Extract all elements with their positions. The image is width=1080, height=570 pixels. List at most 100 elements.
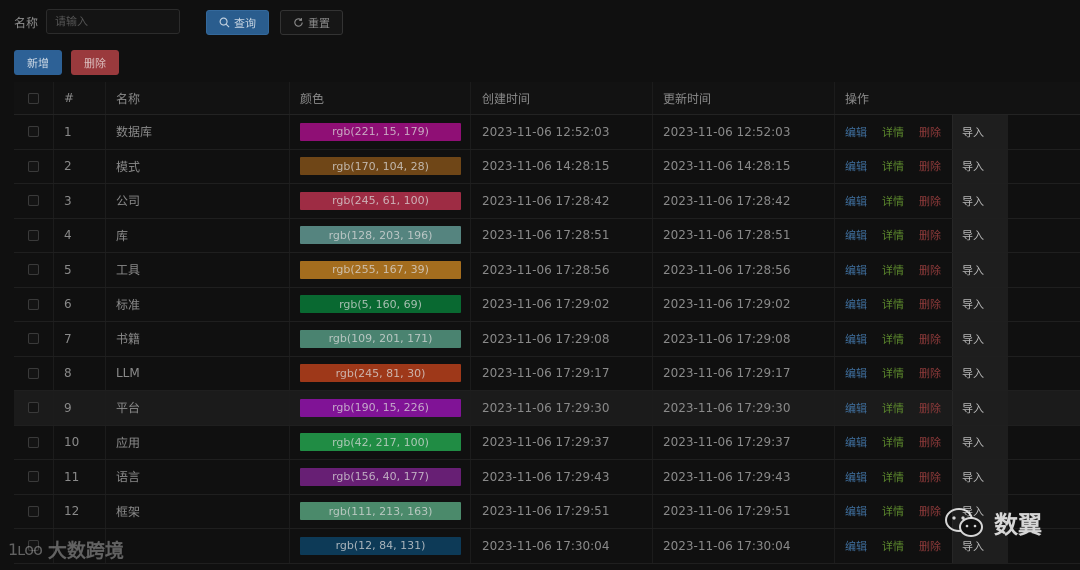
delete-link[interactable]: 删除 [919, 124, 941, 140]
import-button[interactable]: 导入 [952, 253, 1008, 287]
row-checkbox[interactable] [28, 436, 39, 448]
import-button[interactable]: 导入 [952, 322, 1008, 356]
edit-link[interactable]: 编辑 [845, 469, 867, 485]
detail-link[interactable]: 详情 [882, 296, 904, 312]
row-check-cell [14, 460, 54, 494]
edit-link[interactable]: 编辑 [845, 227, 867, 243]
delete-link[interactable]: 删除 [919, 193, 941, 209]
delete-link[interactable]: 删除 [919, 538, 941, 554]
row-created: 2023-11-06 14:28:15 [471, 149, 653, 183]
row-color-cell: rgb(12, 84, 131) [290, 529, 471, 563]
table-row: rgb(12, 84, 131) 2023-11-06 17:30:04 202… [14, 529, 1080, 564]
table-row: 12 框架 rgb(111, 213, 163) 2023-11-06 17:2… [14, 494, 1080, 529]
delete-link[interactable]: 删除 [919, 296, 941, 312]
row-checkbox[interactable] [28, 402, 39, 414]
delete-link[interactable]: 删除 [919, 158, 941, 174]
batch-delete-button[interactable]: 删除 [71, 50, 119, 75]
row-name [106, 529, 290, 563]
import-button[interactable]: 导入 [952, 115, 1008, 149]
delete-link[interactable]: 删除 [919, 262, 941, 278]
query-button[interactable]: 查询 [206, 10, 269, 35]
edit-link[interactable]: 编辑 [845, 124, 867, 140]
edit-link[interactable]: 编辑 [845, 331, 867, 347]
watermark-right: 数翼 [944, 505, 1042, 540]
edit-link[interactable]: 编辑 [845, 538, 867, 554]
row-ops: 编辑 详情 删除 导入 [835, 149, 1080, 183]
edit-link[interactable]: 编辑 [845, 503, 867, 519]
row-created: 2023-11-06 17:28:42 [471, 184, 653, 218]
watermark-right-text: 数翼 [994, 511, 1042, 539]
row-checkbox[interactable] [28, 229, 39, 241]
detail-link[interactable]: 详情 [882, 262, 904, 278]
search-name-input[interactable] [46, 9, 180, 34]
import-button[interactable]: 导入 [952, 287, 1008, 321]
header-index: # [54, 82, 106, 114]
detail-link[interactable]: 详情 [882, 400, 904, 416]
row-checkbox[interactable] [28, 195, 39, 207]
row-ops: 编辑 详情 删除 导入 [835, 356, 1080, 390]
delete-link[interactable]: 删除 [919, 365, 941, 381]
row-check-cell [14, 494, 54, 528]
row-check-cell [14, 287, 54, 321]
import-button[interactable]: 导入 [952, 425, 1008, 459]
edit-link[interactable]: 编辑 [845, 193, 867, 209]
edit-link[interactable]: 编辑 [845, 158, 867, 174]
select-all-checkbox[interactable] [28, 92, 39, 104]
wechat-icon [945, 507, 983, 537]
detail-link[interactable]: 详情 [882, 365, 904, 381]
row-checkbox[interactable] [28, 333, 39, 345]
row-checkbox[interactable] [28, 367, 39, 379]
delete-link[interactable]: 删除 [919, 331, 941, 347]
import-button[interactable]: 导入 [952, 356, 1008, 390]
detail-link[interactable]: 详情 [882, 434, 904, 450]
row-index: 10 [54, 425, 106, 459]
edit-link[interactable]: 编辑 [845, 365, 867, 381]
delete-link[interactable]: 删除 [919, 469, 941, 485]
row-name: 库 [106, 218, 290, 252]
header-check-cell [14, 82, 54, 114]
row-checkbox[interactable] [28, 264, 39, 276]
row-created: 2023-11-06 12:52:03 [471, 115, 653, 149]
add-button[interactable]: 新增 [14, 50, 62, 75]
header-color: 颜色 [290, 82, 471, 114]
import-button[interactable]: 导入 [952, 391, 1008, 425]
reset-button-label: 重置 [308, 16, 330, 30]
edit-link[interactable]: 编辑 [845, 262, 867, 278]
import-button[interactable]: 导入 [952, 184, 1008, 218]
row-created: 2023-11-06 17:29:30 [471, 391, 653, 425]
row-checkbox[interactable] [28, 160, 39, 172]
delete-link[interactable]: 删除 [919, 434, 941, 450]
row-checkbox[interactable] [28, 471, 39, 483]
detail-link[interactable]: 详情 [882, 538, 904, 554]
row-checkbox[interactable] [28, 298, 39, 310]
import-button[interactable]: 导入 [952, 460, 1008, 494]
reset-button[interactable]: 重置 [280, 10, 343, 35]
row-ops: 编辑 详情 删除 导入 [835, 460, 1080, 494]
row-updated: 2023-11-06 17:28:42 [653, 184, 835, 218]
color-swatch: rgb(109, 201, 171) [300, 329, 461, 348]
row-checkbox[interactable] [28, 505, 39, 517]
detail-link[interactable]: 详情 [882, 158, 904, 174]
detail-link[interactable]: 详情 [882, 193, 904, 209]
detail-link[interactable]: 详情 [882, 227, 904, 243]
delete-link[interactable]: 删除 [919, 227, 941, 243]
row-color-cell: rgb(245, 81, 30) [290, 356, 471, 390]
delete-link[interactable]: 删除 [919, 400, 941, 416]
detail-link[interactable]: 详情 [882, 124, 904, 140]
detail-link[interactable]: 详情 [882, 503, 904, 519]
header-updated: 更新时间 [653, 82, 835, 114]
edit-link[interactable]: 编辑 [845, 400, 867, 416]
row-created: 2023-11-06 17:29:02 [471, 287, 653, 321]
import-button[interactable]: 导入 [952, 218, 1008, 252]
import-button[interactable]: 导入 [952, 149, 1008, 183]
delete-link[interactable]: 删除 [919, 503, 941, 519]
table-row: 10 应用 rgb(42, 217, 100) 2023-11-06 17:29… [14, 425, 1080, 460]
color-swatch: rgb(12, 84, 131) [300, 536, 461, 555]
detail-link[interactable]: 详情 [882, 469, 904, 485]
detail-link[interactable]: 详情 [882, 331, 904, 347]
data-table: # 名称 颜色 创建时间 更新时间 操作 1 数据库 rgb(221, 15, … [14, 82, 1080, 564]
edit-link[interactable]: 编辑 [845, 296, 867, 312]
edit-link[interactable]: 编辑 [845, 434, 867, 450]
row-checkbox[interactable] [28, 126, 39, 138]
table-row: 2 模式 rgb(170, 104, 28) 2023-11-06 14:28:… [14, 149, 1080, 184]
